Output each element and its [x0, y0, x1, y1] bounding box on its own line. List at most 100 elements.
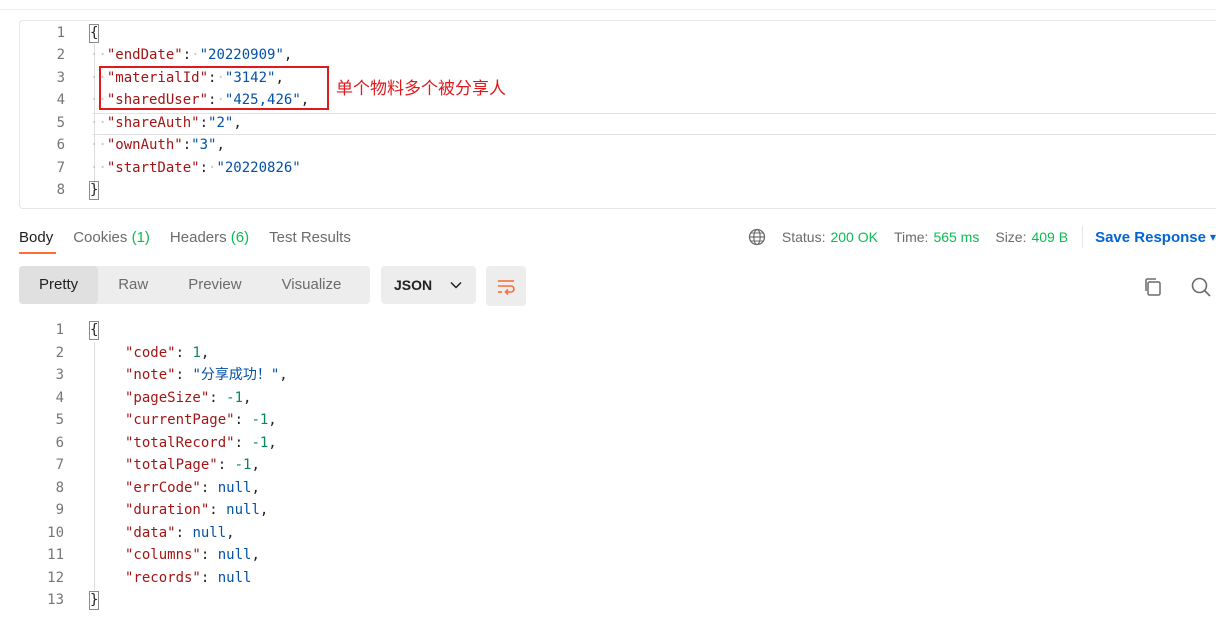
tab-body[interactable]: Body	[19, 229, 53, 246]
json-value: -1	[226, 390, 244, 406]
code-line: "pageSize": -1,	[125, 390, 252, 406]
line-number: 1	[56, 25, 65, 41]
line-number: 3	[56, 70, 65, 86]
line-number: 7	[55, 457, 64, 473]
json-value: 1	[192, 345, 201, 361]
line-number: 11	[47, 547, 64, 563]
annotation-text: 单个物料多个被分享人	[336, 79, 506, 99]
view-visualize-button[interactable]: Visualize	[262, 266, 362, 304]
line-number: 2	[56, 47, 65, 63]
line-number: 8	[56, 182, 65, 198]
json-value: "20220909"	[199, 47, 284, 63]
json-key: "note"	[125, 367, 176, 383]
line-number: 5	[56, 115, 65, 131]
code-line: ··"startDate":·"20220826"	[90, 160, 301, 176]
json-value: "20220826"	[216, 160, 301, 176]
response-tabs: Body Cookies (1) Headers (6) Test Result…	[19, 226, 371, 248]
line-number: 6	[56, 137, 65, 153]
json-key: "data"	[125, 525, 176, 541]
json-value: "3"	[191, 137, 217, 153]
view-raw-button[interactable]: Raw	[98, 266, 168, 304]
json-value: "分享成功！"	[192, 367, 280, 383]
code-line: ··"shareAuth":"2",	[90, 115, 242, 131]
code-line: "code": 1,	[125, 345, 210, 361]
json-key: "records"	[125, 570, 201, 586]
code-line: "records": null	[125, 570, 252, 586]
json-key: "totalRecord"	[125, 435, 235, 451]
size-value: 409 B	[1031, 229, 1069, 245]
save-response-button[interactable]: Save Response	[1095, 229, 1206, 246]
code-line: }	[88, 179, 100, 201]
line-number: 9	[55, 502, 64, 518]
tab-cookies[interactable]: Cookies (1)	[73, 229, 150, 246]
wrap-lines-button[interactable]	[486, 266, 526, 306]
code-line: ··"ownAuth":"3",	[90, 137, 225, 153]
time-label: Time:	[893, 229, 929, 245]
json-key: "totalPage"	[125, 457, 218, 473]
line-number: 13	[47, 592, 64, 608]
view-preview-button[interactable]: Preview	[168, 266, 261, 304]
line-number: 10	[47, 525, 64, 541]
code-line: "data": null,	[125, 525, 235, 541]
code-line: "currentPage": -1,	[125, 412, 277, 428]
tab-headers[interactable]: Headers (6)	[170, 229, 249, 246]
status-value: 200 OK	[830, 229, 878, 245]
tab-label: Test Results	[269, 228, 351, 246]
json-value: -1	[251, 435, 269, 451]
format-dropdown[interactable]: JSON	[381, 266, 476, 304]
line-number: 7	[56, 160, 65, 176]
json-value: null	[217, 547, 252, 563]
close-brace: }	[88, 591, 100, 610]
json-key: "duration"	[125, 502, 210, 518]
copy-icon[interactable]	[1141, 275, 1165, 299]
annotation-highlight-box	[99, 66, 329, 110]
code-line: }	[88, 589, 100, 611]
search-icon[interactable]	[1189, 275, 1213, 299]
view-mode-selector: Pretty Raw Preview Visualize	[19, 266, 370, 304]
chevron-down-icon	[450, 281, 462, 289]
open-brace: {	[88, 24, 100, 43]
json-key: "code"	[125, 345, 176, 361]
line-number: 4	[55, 390, 64, 406]
line-number: 5	[55, 412, 64, 428]
code-line: "columns": null,	[125, 547, 260, 563]
tab-label: Cookies	[73, 228, 128, 246]
json-value: null	[217, 480, 252, 496]
json-key: "shareAuth"	[106, 115, 200, 131]
code-line: {	[88, 319, 100, 341]
time-value: 565 ms	[933, 229, 980, 245]
json-key: "pageSize"	[125, 390, 210, 406]
json-key: "ownAuth"	[106, 137, 183, 153]
format-label: JSON	[394, 277, 433, 293]
json-value: null	[192, 525, 227, 541]
line-number: 8	[55, 480, 64, 496]
json-value: null	[226, 502, 260, 518]
code-line: "totalRecord": -1,	[125, 435, 277, 451]
close-brace: }	[88, 181, 100, 200]
top-divider	[0, 0, 1216, 10]
code-line: ··"endDate":·"20220909",	[90, 47, 293, 63]
indent-guide	[94, 342, 95, 590]
line-number: 6	[55, 435, 64, 451]
chevron-down-icon[interactable]: ▾	[1210, 230, 1216, 244]
code-line: "duration": null,	[125, 502, 269, 518]
json-key: "errCode"	[125, 480, 201, 496]
json-key: "startDate"	[106, 160, 200, 176]
globe-icon[interactable]	[748, 228, 766, 246]
line-number: 1	[55, 322, 64, 338]
status-label: Status:	[781, 229, 826, 245]
view-pretty-button[interactable]: Pretty	[19, 266, 99, 304]
active-tab-indicator	[19, 252, 56, 254]
divider	[1082, 226, 1084, 248]
line-number: 2	[55, 345, 64, 361]
line-number: 12	[47, 570, 64, 586]
size-label: Size:	[995, 229, 1027, 245]
json-key: "columns"	[125, 547, 201, 563]
json-value: null	[217, 570, 252, 586]
tab-count: (6)	[230, 228, 250, 246]
json-value: "2"	[208, 115, 234, 131]
json-key: "currentPage"	[125, 412, 235, 428]
tab-test-results[interactable]: Test Results	[269, 229, 351, 246]
tab-label: Headers	[169, 228, 227, 246]
wrap-lines-icon	[498, 280, 515, 295]
